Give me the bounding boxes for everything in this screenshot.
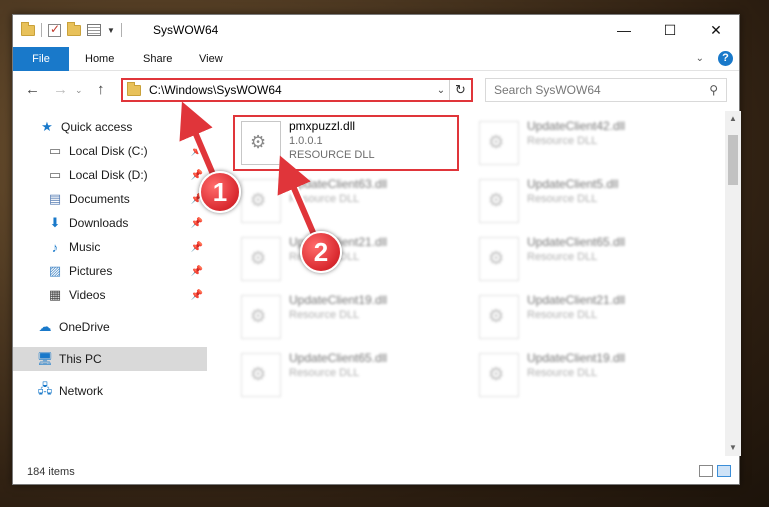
annotation-arrows <box>179 101 323 249</box>
step-badge-2: 2 <box>300 231 342 273</box>
step-badge-1: 1 <box>199 171 241 213</box>
